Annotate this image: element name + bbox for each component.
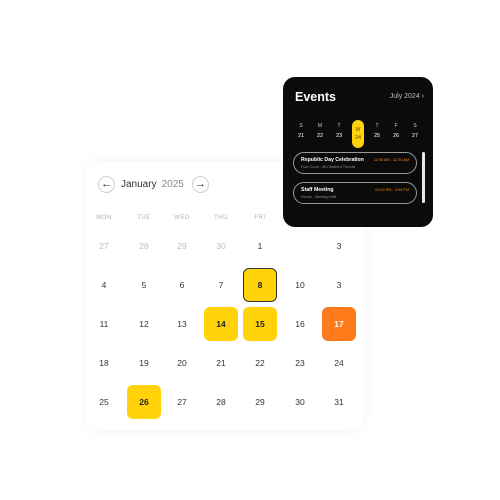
calendar-day[interactable]: 20	[165, 346, 199, 380]
calendar-day[interactable]: 5	[127, 268, 161, 302]
events-card: Events July 2024 › S 21 M 22 T 23 W 24 T…	[283, 77, 433, 227]
calendar-day[interactable]: 24	[322, 346, 356, 380]
week-day-date: 22	[316, 133, 324, 139]
weekday-header: MON	[96, 215, 112, 221]
week-day-date: 23	[335, 133, 343, 139]
calendar-day[interactable]: 31	[322, 385, 356, 419]
month-label: January	[121, 178, 157, 190]
week-day-selected[interactable]: W 24	[352, 120, 364, 148]
week-day-name: W	[355, 126, 361, 133]
calendar-day-event[interactable]: 15	[243, 307, 277, 341]
week-day-date: 25	[373, 133, 381, 139]
calendar-day[interactable]: 18	[87, 346, 121, 380]
calendar-day-event[interactable]: 14	[204, 307, 238, 341]
calendar-day[interactable]: 10	[283, 268, 317, 302]
week-day-name: T	[375, 123, 379, 129]
week-day-name: M	[317, 123, 323, 129]
week-day-date: 21	[297, 133, 305, 139]
weekday-header: WED	[174, 215, 190, 221]
event-time: 01:00 PM - 2:00 PM	[375, 188, 409, 192]
calendar-day[interactable]: 12	[127, 307, 161, 341]
week-day-date: 27	[411, 133, 419, 139]
calendar-day[interactable]: 30	[204, 229, 238, 263]
calendar-day[interactable]: 13	[165, 307, 199, 341]
calendar-day[interactable]: 27	[87, 229, 121, 263]
calendar-header: ← January 2025 →	[98, 175, 209, 193]
calendar-day[interactable]: 4	[87, 268, 121, 302]
events-title: Events	[295, 90, 336, 104]
calendar-day[interactable]: 30	[283, 385, 317, 419]
calendar-day-selected[interactable]: 8	[243, 268, 277, 302]
next-month-button[interactable]: →	[191, 175, 209, 193]
event-location: Foot Court - 4th Seabird Thenali	[301, 165, 356, 169]
week-day[interactable]: S 27	[409, 123, 421, 140]
calendar-day[interactable]: 6	[165, 268, 199, 302]
event-item[interactable]: Staff Meeting Venue - Meeting Hall 01:00…	[293, 182, 417, 204]
year-label: 2025	[161, 178, 184, 190]
weekday-header: THU	[214, 215, 228, 221]
events-week-strip: S 21 M 22 T 23 W 24 T 25 F 26 S 27	[292, 120, 425, 154]
calendar-day[interactable]: 1	[243, 229, 277, 263]
calendar-day[interactable]: 23	[283, 346, 317, 380]
week-day-name: F	[394, 123, 398, 129]
week-day-name: T	[337, 123, 341, 129]
week-day[interactable]: T 25	[371, 123, 383, 140]
calendar-day-holiday[interactable]: 17	[322, 307, 356, 341]
calendar-day[interactable]: 3	[322, 268, 356, 302]
calendar-day[interactable]: 7	[204, 268, 238, 302]
calendar-day[interactable]: 11	[87, 307, 121, 341]
week-day-date: 26	[392, 133, 400, 139]
calendar-day[interactable]: 29	[165, 229, 199, 263]
week-day[interactable]: T 23	[333, 123, 345, 140]
calendar-day[interactable]: 25	[87, 385, 121, 419]
week-day[interactable]: F 26	[390, 123, 402, 140]
week-day-name: S	[413, 123, 417, 129]
event-item[interactable]: Republic Day Celebration Foot Court - 4t…	[293, 152, 417, 174]
calendar-day-event[interactable]: 26	[127, 385, 161, 419]
calendar-day[interactable]: 16	[283, 307, 317, 341]
calendar-day[interactable]: 28	[204, 385, 238, 419]
arrow-right-icon: →	[194, 177, 206, 190]
calendar-day[interactable]: 22	[243, 346, 277, 380]
week-day[interactable]: M 22	[314, 123, 326, 140]
calendar-day[interactable]: 27	[165, 385, 199, 419]
calendar-day[interactable]: 21	[204, 346, 238, 380]
event-time: 11:00 AM - 12:30 AM	[373, 158, 409, 162]
previous-month-button[interactable]: ←	[98, 175, 115, 193]
events-month-selector[interactable]: July 2024 ›	[390, 93, 424, 100]
weekday-header: FRI	[254, 215, 266, 221]
event-name: Staff Meeting	[301, 187, 334, 193]
week-day[interactable]: S 21	[295, 123, 307, 140]
event-name: Republic Day Celebration	[301, 157, 364, 163]
arrow-left-icon: ←	[101, 177, 112, 190]
calendar-day[interactable]: 3	[322, 229, 356, 263]
event-location: Venue - Meeting Hall	[301, 195, 337, 199]
calendar-day[interactable]: 29	[243, 385, 277, 419]
week-day-name: S	[299, 123, 303, 129]
weekday-header: TUE	[137, 215, 151, 221]
events-scrollbar[interactable]	[422, 152, 425, 203]
calendar-day[interactable]: 28	[127, 229, 161, 263]
week-day-date: 24	[354, 134, 362, 141]
calendar-day[interactable]: 19	[127, 346, 161, 380]
